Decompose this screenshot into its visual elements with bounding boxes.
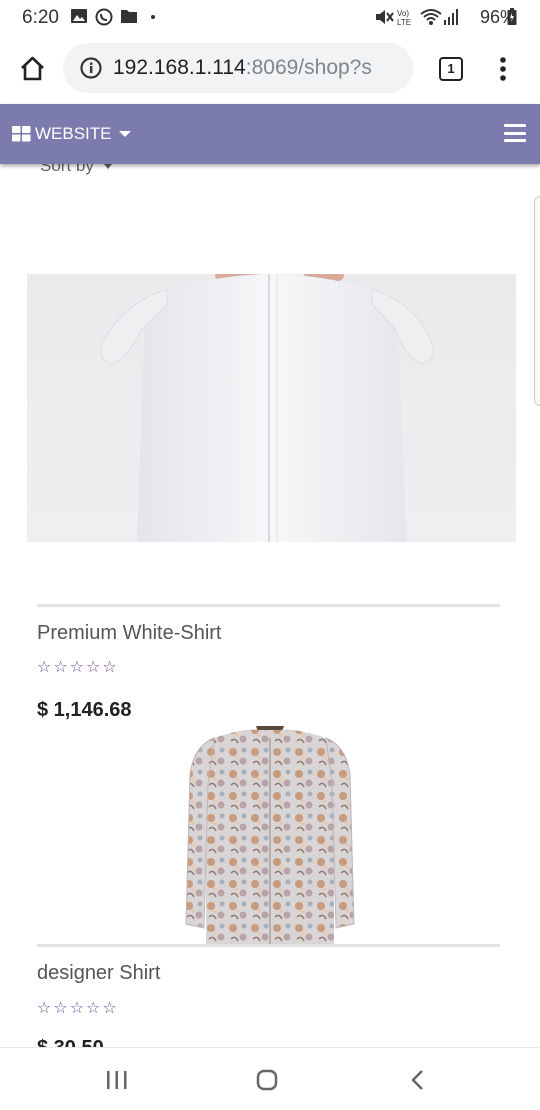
home-icon[interactable] [19,56,46,82]
svg-text:Vo): Vo) [397,9,409,18]
hamburger-line [504,139,526,142]
hamburger-line [504,131,526,135]
sort-dropdown[interactable]: Sort by [40,164,112,176]
info-icon[interactable] [80,57,102,79]
website-menu-toggle[interactable]: WEBSITE [12,124,131,144]
more-vert-icon[interactable] [499,56,507,82]
whatsapp-icon [95,8,113,26]
hamburger-line [504,124,526,127]
rating-stars: ☆☆☆☆☆ [37,1000,119,1017]
system-nav-bar [0,1047,540,1110]
sort-label: Sort by [40,164,94,175]
status-time: 6:20 [22,7,59,28]
url-host: 192.168.1.114 [113,56,246,79]
svg-text:LTE: LTE [397,18,411,26]
browser-toolbar: 192.168.1.114:8069/shop?s 1 [0,34,540,104]
site-header: WEBSITE [0,104,540,164]
product-name[interactable]: Premium White-Shirt [37,622,221,645]
menu-toggle-button[interactable] [504,124,526,142]
caret-down-icon [103,164,112,170]
tabs-button[interactable]: 1 [439,57,463,81]
product-price: $ 30.50 [37,1037,104,1047]
battery-icon [507,8,517,25]
product-image[interactable] [27,274,516,542]
product-divider [37,944,500,947]
back-icon[interactable] [410,1069,424,1091]
url-text[interactable]: 192.168.1.114:8069/shop?s [113,56,372,80]
white-shirt-illustration [100,274,434,542]
shop-content: Sort by Premium White-Shirt ☆☆☆☆☆ $ 1,14… [0,164,540,1047]
rating-stars: ☆☆☆☆☆ [37,659,119,676]
address-bar[interactable]: 192.168.1.114:8069/shop?s [63,43,413,93]
product-divider [37,604,500,607]
grid-icon [12,126,31,142]
product-image[interactable] [184,724,356,944]
wifi-icon [420,9,442,25]
recent-apps-icon[interactable] [106,1070,128,1090]
scroll-handle[interactable] [534,196,540,406]
floral-shirt-illustration [185,726,355,944]
more-notifications-dot [151,15,155,19]
home-nav-icon[interactable] [256,1069,278,1091]
folder-icon [121,10,137,23]
gallery-icon [71,9,87,23]
website-menu-label: WEBSITE [35,124,112,143]
url-path: :8069/shop?s [245,56,372,79]
status-bar: 6:20 Vo) LTE 96% [0,0,540,34]
volte-icon: Vo)LTE [397,9,411,26]
signal-icon [444,9,458,25]
product-name[interactable]: designer Shirt [37,962,160,985]
product-price: $ 1,146.68 [37,699,132,721]
caret-down-icon [118,131,131,137]
mute-icon [376,10,394,24]
